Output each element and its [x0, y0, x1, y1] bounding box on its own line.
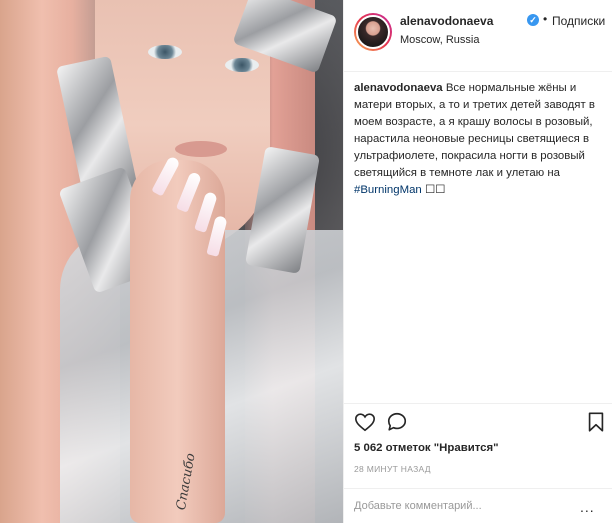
- likes-count[interactable]: 5 062 отметок "Нравится": [354, 442, 499, 454]
- username-link[interactable]: alenavodonaeva: [400, 14, 493, 28]
- avatar[interactable]: [354, 13, 392, 51]
- photo-eye-left: [148, 45, 182, 59]
- photo-tattoo: Спасибо: [173, 452, 199, 512]
- location-link[interactable]: Moscow, Russia: [400, 34, 479, 46]
- photo-eye-right: [225, 58, 259, 72]
- post-timestamp[interactable]: 28 МИНУТ НАЗАД: [354, 464, 431, 474]
- caption-text: Все нормальные жёны и матери вторых, а т…: [354, 82, 595, 179]
- comment-box: ...: [344, 488, 612, 523]
- post-side-panel: alenavodonaeva ✓ • Подписки Moscow, Russ…: [343, 0, 612, 523]
- heart-icon[interactable]: [354, 411, 376, 433]
- comment-icon[interactable]: [386, 411, 408, 433]
- avatar-image: [356, 15, 390, 49]
- hashtag-link[interactable]: #BurningMan: [354, 184, 422, 196]
- post-header: alenavodonaeva ✓ • Подписки Moscow, Russ…: [344, 0, 612, 72]
- caption-username-link[interactable]: alenavodonaeva: [354, 82, 443, 94]
- photo-lips: [175, 141, 227, 157]
- follow-button[interactable]: Подписки: [552, 14, 605, 28]
- more-options-button[interactable]: ...: [580, 499, 595, 515]
- comment-input[interactable]: [354, 497, 554, 515]
- verified-badge-icon: ✓: [527, 14, 539, 26]
- post-photo[interactable]: Спасибо: [0, 0, 343, 523]
- caption-emoji: ☐☐: [424, 184, 446, 196]
- post-caption: alenavodonaeva Все нормальные жёны и мат…: [354, 80, 609, 199]
- instagram-post: Спасибо alenavodonaeva ✓ • Подписки Mosc…: [0, 0, 612, 523]
- header-separator: •: [543, 12, 548, 26]
- bookmark-icon[interactable]: [585, 411, 607, 433]
- post-actions: [344, 403, 612, 439]
